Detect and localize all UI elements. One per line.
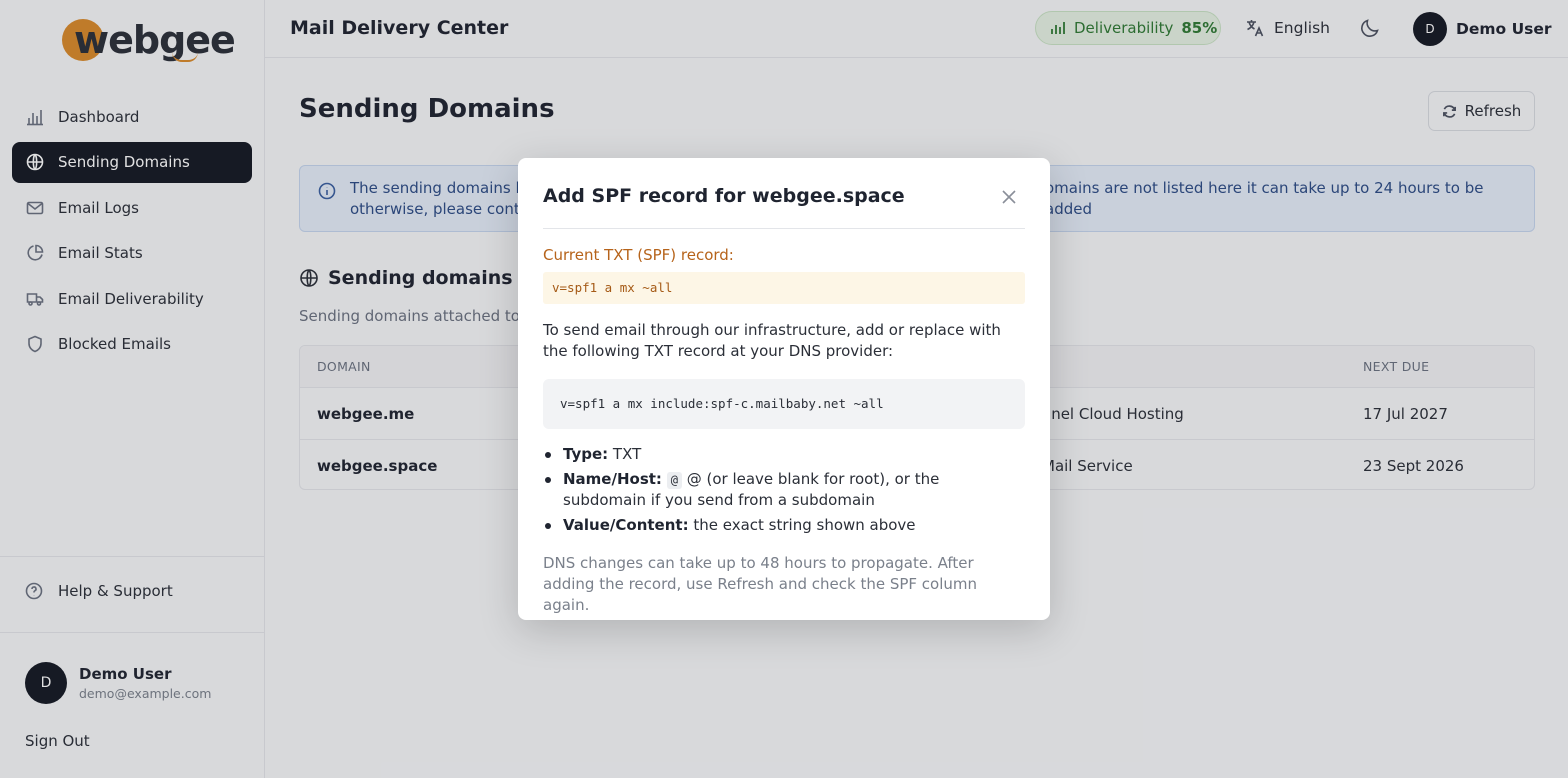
- modal-title: Add SPF record for webgee.space: [543, 185, 905, 207]
- detail-label: Name/Host:: [563, 470, 662, 488]
- list-item: Value/Content: the exact string shown ab…: [543, 515, 1025, 536]
- record-details-list: Type: TXT Name/Host: @ @ (or leave blank…: [543, 444, 1025, 540]
- current-record-value[interactable]: v=spf1 a mx ~all: [543, 272, 1025, 304]
- host-code-chip: @: [666, 472, 682, 489]
- modal-footnote: DNS changes can take up to 48 hours to p…: [543, 554, 978, 614]
- spf-record-modal: Add SPF record for webgee.space Current …: [518, 158, 1050, 620]
- new-spf-record[interactable]: v=spf1 a mx include:spf-c.mailbaby.net ~…: [543, 379, 1025, 429]
- list-item: Type: TXT: [543, 444, 1025, 465]
- detail-label: Type:: [563, 445, 609, 463]
- modal-instructions: To send email through our infrastructure…: [543, 321, 1001, 360]
- detail-label: Value/Content:: [563, 516, 689, 534]
- close-button[interactable]: [1001, 189, 1017, 205]
- close-icon: [1002, 190, 1016, 204]
- detail-value: TXT: [612, 445, 642, 463]
- current-record-label: Current TXT (SPF) record:: [543, 246, 734, 264]
- detail-value: the exact string shown above: [693, 516, 916, 534]
- list-item: Name/Host: @ @ (or leave blank for root)…: [543, 469, 1025, 511]
- modal-divider: [543, 228, 1025, 229]
